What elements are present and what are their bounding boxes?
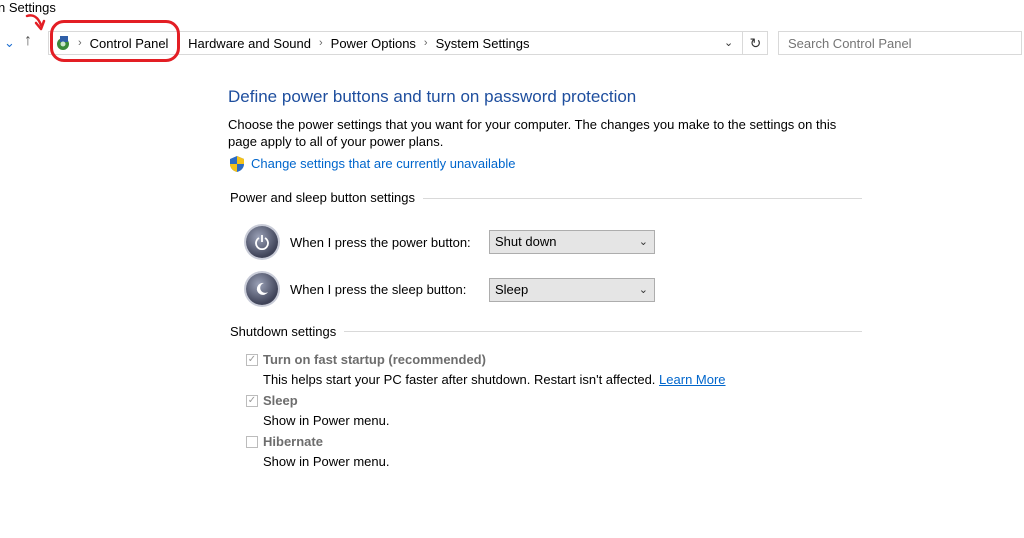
breadcrumb-power-options[interactable]: Power Options (325, 36, 422, 51)
address-dropdown-icon[interactable]: ⌄ (724, 36, 733, 49)
fast-startup-desc: This helps start your PC faster after sh… (263, 372, 726, 387)
sleep-option-label: Sleep (263, 393, 298, 408)
power-button-select[interactable]: Shut down ⌄ (489, 230, 655, 254)
fast-startup-label: Turn on fast startup (recommended) (263, 352, 486, 367)
shutdown-group-label: Shutdown settings (230, 324, 345, 339)
search-input[interactable] (778, 31, 1022, 55)
sleep-button-value: Sleep (495, 282, 529, 297)
annotation-highlight (50, 20, 180, 62)
power-symbol-icon (255, 235, 269, 250)
chevron-down-icon: ⌄ (638, 236, 648, 248)
power-sleep-group-label: Power and sleep button settings (230, 190, 424, 205)
sleep-button-label: When I press the sleep button: (290, 282, 467, 297)
breadcrumb-hardware-and-sound[interactable]: Hardware and Sound (182, 36, 317, 51)
sleep-button-select[interactable]: Sleep ⌄ (489, 278, 655, 302)
up-arrow-icon[interactable]: ↑ (24, 32, 32, 50)
moon-icon (256, 282, 268, 295)
refresh-icon[interactable]: ↻ (742, 31, 768, 55)
power-button-value: Shut down (495, 234, 557, 249)
breadcrumb-separator: › (318, 37, 323, 49)
hibernate-checkbox[interactable] (246, 436, 258, 448)
chevron-down-icon: ⌄ (638, 284, 648, 296)
sleep-checkbox[interactable]: ✓ (246, 395, 258, 407)
hibernate-option-desc: Show in Power menu. (263, 454, 390, 469)
uac-shield-icon (230, 156, 244, 172)
hibernate-option-label: Hibernate (263, 434, 323, 449)
breadcrumb-system-settings[interactable]: System Settings (430, 36, 536, 51)
recent-locations-icon[interactable]: ⌄ (4, 35, 15, 51)
page-description: Choose the power settings that you want … (228, 117, 837, 149)
page-title: Define power buttons and turn on passwor… (228, 87, 637, 106)
breadcrumb-separator: › (423, 37, 428, 49)
fast-startup-checkbox[interactable]: ✓ (246, 354, 258, 366)
sleep-option-desc: Show in Power menu. (263, 413, 390, 428)
change-settings-link[interactable]: Change settings that are currently unava… (251, 156, 516, 171)
fast-startup-desc-text: This helps start your PC faster after sh… (263, 372, 656, 387)
learn-more-link[interactable]: Learn More (659, 372, 725, 387)
power-button-label: When I press the power button: (290, 235, 471, 250)
